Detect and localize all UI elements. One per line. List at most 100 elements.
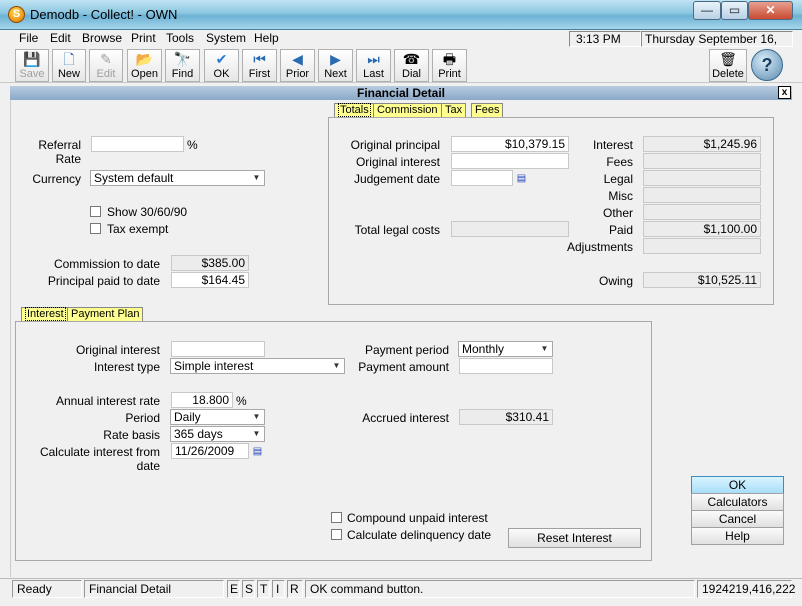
status-ready: Ready bbox=[12, 580, 82, 598]
annual-rate-field[interactable]: 18.800 bbox=[171, 392, 233, 408]
show306090-checkbox[interactable] bbox=[90, 206, 101, 217]
app-icon[interactable]: S bbox=[8, 6, 25, 23]
new-icon: 🗋 bbox=[63, 51, 75, 67]
menu-file[interactable]: File bbox=[19, 31, 38, 45]
delete-button[interactable]: 🗑 Delete bbox=[709, 49, 747, 82]
trash-icon: 🗑 bbox=[719, 51, 737, 67]
reset-interest-button[interactable]: Reset Interest bbox=[508, 528, 641, 548]
first-icon: ⏮ bbox=[253, 51, 266, 67]
find-label: Find bbox=[171, 68, 194, 80]
paid-field: $1,100.00 bbox=[643, 221, 761, 237]
open-folder-icon: 📂 bbox=[135, 51, 154, 67]
compound-interest-checkbox[interactable] bbox=[331, 512, 342, 523]
rate-basis-label: Rate basis bbox=[103, 428, 160, 442]
next-button[interactable]: ▶ Next bbox=[318, 49, 353, 82]
fees-label: Fees bbox=[606, 155, 633, 169]
payment-amount-field[interactable] bbox=[459, 358, 553, 374]
compound-interest-label: Compound unpaid interest bbox=[347, 511, 488, 525]
menu-tools[interactable]: Tools bbox=[166, 31, 194, 45]
help-icon[interactable]: ? bbox=[751, 49, 783, 81]
prior-button[interactable]: ◀ Prior bbox=[280, 49, 315, 82]
first-button[interactable]: ⏮ First bbox=[242, 49, 277, 82]
payment-period-select[interactable]: Monthly ▼ bbox=[458, 341, 553, 357]
original-principal-label: Original principal bbox=[350, 138, 440, 152]
calendar-icon[interactable]: ▤ bbox=[516, 173, 527, 184]
cancel-button[interactable]: Cancel bbox=[691, 510, 784, 528]
dial-button[interactable]: ☎ Dial bbox=[394, 49, 429, 82]
legal-label: Legal bbox=[603, 172, 633, 186]
tab-totals-label: Totals bbox=[338, 103, 371, 117]
find-button[interactable]: 🔭 Find bbox=[165, 49, 200, 82]
chevron-down-icon[interactable]: ▼ bbox=[250, 411, 263, 423]
owing-field: $10,525.11 bbox=[643, 272, 761, 288]
help-button[interactable]: Help bbox=[691, 527, 784, 545]
maximize-button[interactable]: ▭ bbox=[721, 1, 748, 20]
tab-commission[interactable]: Commission bbox=[373, 103, 442, 117]
payment-period-value: Monthly bbox=[462, 342, 505, 356]
tab-payment-plan[interactable]: Payment Plan bbox=[67, 307, 144, 321]
interest-type-select[interactable]: Simple interest ▼ bbox=[170, 358, 345, 374]
date-display: Thursday September 16, 2010 bbox=[641, 31, 793, 60]
form-close-button[interactable]: x bbox=[778, 86, 791, 99]
menu-system[interactable]: System bbox=[206, 31, 246, 45]
chevron-down-icon[interactable]: ▼ bbox=[250, 428, 263, 440]
referral-rate-label: Referral Rate bbox=[38, 138, 81, 166]
prior-icon: ◀ bbox=[292, 51, 303, 67]
currency-select[interactable]: System default ▼ bbox=[90, 170, 265, 186]
total-legal-costs-label: Total legal costs bbox=[354, 223, 440, 237]
edit-label: Edit bbox=[96, 68, 116, 80]
tax-exempt-checkbox[interactable] bbox=[90, 223, 101, 234]
tab-tax[interactable]: Tax bbox=[441, 103, 467, 117]
save-button[interactable]: 💾 Save bbox=[15, 49, 49, 82]
tab-interest[interactable]: Interest bbox=[21, 307, 70, 321]
status-form: Financial Detail bbox=[84, 580, 224, 598]
print-button[interactable]: 🖶 Print bbox=[432, 49, 467, 82]
original-principal-field[interactable]: $10,379.15 bbox=[451, 136, 569, 152]
last-icon: ⏭ bbox=[367, 51, 380, 67]
menu-edit[interactable]: Edit bbox=[50, 31, 71, 45]
calc-from-label: Calculate interest from date bbox=[39, 445, 160, 473]
interest-original-label: Original interest bbox=[75, 343, 160, 357]
tab-fees[interactable]: Fees bbox=[471, 103, 504, 117]
accrued-interest-label: Accrued interest bbox=[362, 411, 449, 425]
edit-button[interactable]: ✎ Edit bbox=[89, 49, 123, 82]
phone-icon: ☎ bbox=[402, 51, 421, 67]
period-select[interactable]: Daily ▼ bbox=[170, 409, 265, 425]
last-button[interactable]: ⏭ Last bbox=[356, 49, 391, 82]
original-interest-label: Original interest bbox=[355, 155, 440, 169]
open-button[interactable]: 📂 Open bbox=[127, 49, 162, 82]
interest-label: Interest bbox=[592, 138, 633, 152]
delinquency-checkbox[interactable] bbox=[331, 529, 342, 540]
payment-period-label: Payment period bbox=[364, 343, 449, 357]
ok-toolbar-button[interactable]: ✔ OK bbox=[204, 49, 239, 82]
close-window-button[interactable]: ✕ bbox=[748, 1, 793, 20]
menu-browse[interactable]: Browse bbox=[82, 31, 122, 45]
tab-totals[interactable]: Totals bbox=[334, 103, 375, 117]
original-interest-field[interactable] bbox=[451, 153, 569, 169]
save-label: Save bbox=[19, 68, 45, 80]
status-flag-e: E bbox=[227, 580, 240, 598]
judgement-date-field[interactable] bbox=[451, 170, 513, 186]
tab-interest-label: Interest bbox=[25, 307, 66, 321]
menu-help[interactable]: Help bbox=[254, 31, 279, 45]
tax-exempt-label: Tax exempt bbox=[107, 222, 169, 236]
chevron-down-icon[interactable]: ▼ bbox=[250, 172, 263, 184]
principal-paid-label: Principal paid to date bbox=[47, 274, 160, 288]
chevron-down-icon[interactable]: ▼ bbox=[330, 360, 343, 372]
minimize-button[interactable]: — bbox=[693, 1, 721, 20]
printer-icon: 🖶 bbox=[442, 51, 457, 67]
calendar-icon[interactable]: ▤ bbox=[252, 446, 263, 457]
referral-rate-field[interactable] bbox=[91, 136, 184, 152]
rate-basis-select[interactable]: 365 days ▼ bbox=[170, 426, 265, 442]
ok-button[interactable]: OK bbox=[691, 476, 784, 494]
ok-toolbar-label: OK bbox=[213, 68, 230, 80]
menu-print[interactable]: Print bbox=[131, 31, 156, 45]
judgement-date-label: Judgement date bbox=[353, 172, 440, 186]
calculators-button[interactable]: Calculators bbox=[691, 493, 784, 511]
status-flag-s: S bbox=[242, 580, 255, 598]
calc-from-field[interactable]: 11/26/2009 bbox=[171, 443, 249, 459]
chevron-down-icon[interactable]: ▼ bbox=[538, 343, 551, 355]
principal-paid-field[interactable]: $164.45 bbox=[171, 272, 249, 288]
interest-original-field[interactable] bbox=[171, 341, 265, 357]
new-button[interactable]: 🗋 New bbox=[52, 49, 86, 82]
